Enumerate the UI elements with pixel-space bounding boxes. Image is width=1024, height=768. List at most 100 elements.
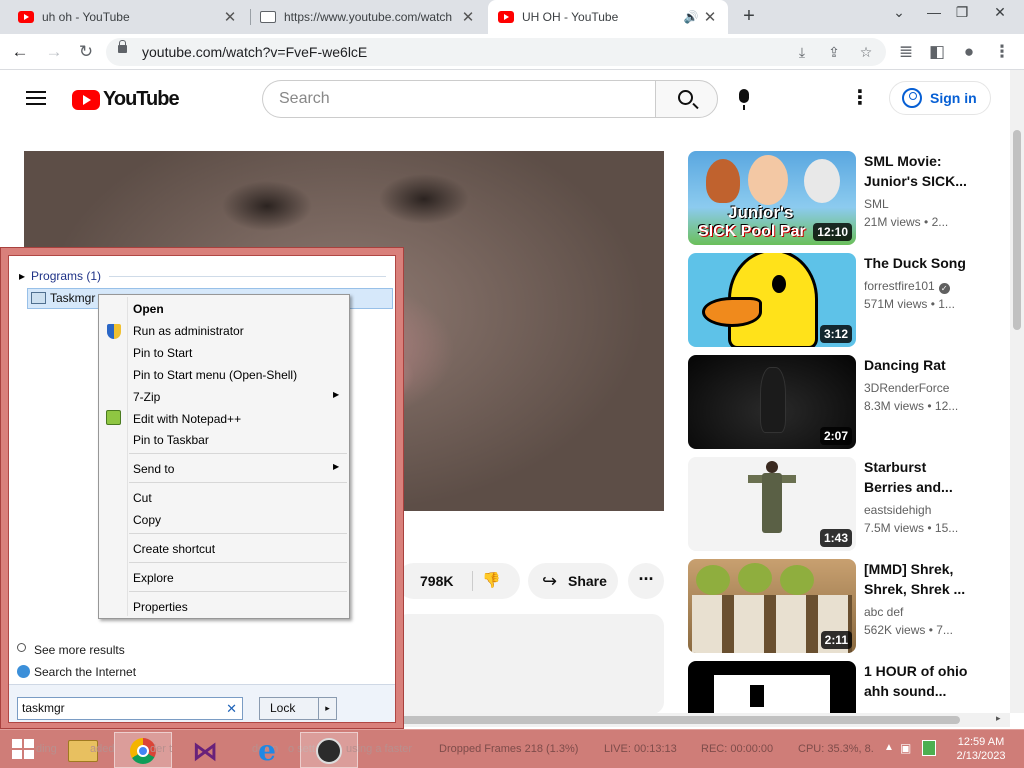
volume-icon[interactable] (922, 740, 936, 756)
audio-icon[interactable]: 🔊 (680, 10, 702, 24)
tab-search-icon[interactable]: ⌄ (887, 4, 911, 28)
sign-in-button[interactable]: Sign in (889, 81, 991, 115)
channel-name[interactable]: eastsidehigh (864, 503, 931, 517)
vertical-scrollbar[interactable] (1010, 70, 1024, 713)
menu-item-cut[interactable]: Cut (133, 491, 152, 505)
video-title[interactable]: The Duck Song (864, 253, 976, 273)
channel-name[interactable]: forrestfire101 ✓ (864, 279, 950, 294)
related-video[interactable]: Junior's SICK Pool Par 12:10 SML Movie: … (688, 151, 988, 245)
tray-expand-icon[interactable]: ▲ (884, 742, 894, 753)
settings-menu-icon[interactable]: ⋮ (850, 88, 870, 108)
like-count[interactable]: 798K (420, 573, 453, 589)
start-button[interactable] (12, 739, 34, 759)
reload-icon[interactable]: ↻ (74, 40, 98, 64)
tab-uh-oh-active[interactable]: UH OH - YouTube 🔊 ✕ (488, 0, 728, 34)
chrome-menu-icon[interactable]: ⋮ (990, 40, 1014, 64)
forward-arrow-icon[interactable]: → (42, 40, 66, 64)
media-controls-icon[interactable]: ≣ (894, 40, 918, 64)
duration-badge: 2:07 (819, 427, 852, 445)
see-more-results-link[interactable]: See more results (17, 643, 125, 657)
taskbar-visual-studio[interactable]: ⋈ (176, 732, 234, 768)
programs-group-header[interactable]: Programs (1) (19, 269, 101, 283)
back-arrow-icon[interactable]: ← (8, 40, 32, 64)
close-icon[interactable]: ✕ (222, 8, 238, 26)
new-tab-button[interactable]: + (738, 5, 760, 29)
view-meta: 571M views • 1... (864, 297, 955, 311)
close-icon[interactable]: ✕ (460, 8, 476, 26)
minimize-icon[interactable]: — (922, 4, 946, 28)
tab-youtube-url[interactable]: https://www.youtube.com/watch ✕ (250, 0, 486, 34)
tab-uh-oh[interactable]: uh oh - YouTube ✕ (8, 0, 248, 34)
related-video[interactable]: 3:12 The Duck Song forrestfire101 ✓ 571M … (688, 253, 988, 347)
share-page-icon[interactable]: ⇪ (824, 42, 844, 62)
thumb-text: Junior's (728, 203, 794, 222)
video-thumbnail[interactable]: 2:07 (688, 355, 856, 449)
scroll-thumb[interactable] (1013, 130, 1021, 330)
video-title[interactable]: Starburst Berries and... (864, 457, 976, 497)
menu-item-7zip[interactable]: 7-Zip ▶ (133, 390, 345, 404)
profile-avatar-icon[interactable]: ● (957, 40, 981, 64)
clear-search-icon[interactable]: ✕ (226, 698, 237, 719)
menu-item-edit-notepad[interactable]: Edit with Notepad++ (133, 412, 241, 426)
like-dislike-group: 798K 👎 (396, 563, 520, 599)
menu-item-send-to[interactable]: Send to ▶ (133, 462, 345, 476)
video-title[interactable]: SML Movie: Junior's SICK... (864, 151, 976, 191)
scroll-thumb[interactable] (400, 716, 960, 724)
video-thumbnail[interactable]: Junior's SICK Pool Par 12:10 (688, 151, 856, 245)
search-value: taskmgr (22, 701, 65, 715)
description-box[interactable] (396, 614, 664, 714)
youtube-logo[interactable]: YouTube (72, 88, 180, 111)
related-video[interactable]: 1 HOUR of ohio ahh sound... (688, 661, 988, 713)
channel-name[interactable]: SML (864, 197, 889, 211)
chevron-right-icon[interactable]: ▸ (318, 698, 336, 719)
related-video[interactable]: 2:11 [MMD] Shrek, Shrek, Shrek ... abc d… (688, 559, 988, 653)
search-input[interactable]: Search (262, 80, 655, 118)
menu-item-run-as-admin[interactable]: Run as administrator (133, 324, 244, 338)
video-title[interactable]: [MMD] Shrek, Shrek, Shrek ... (864, 559, 976, 599)
duck-beak (702, 297, 762, 327)
start-search-input[interactable]: taskmgr ✕ (17, 697, 243, 720)
lock-button[interactable]: Lock ▸ (259, 697, 337, 720)
menu-item-pin-to-start[interactable]: Pin to Start (133, 346, 192, 360)
like-separator (472, 571, 473, 591)
side-panel-icon[interactable]: ◧ (925, 40, 949, 64)
network-icon[interactable]: ▣ (900, 741, 911, 755)
windows-logo-pane (12, 739, 22, 748)
menu-item-properties[interactable]: Properties (133, 600, 188, 614)
install-icon[interactable]: ⤓ (792, 42, 812, 62)
related-video[interactable]: 2:07 Dancing Rat 3DRenderForce 8.3M view… (688, 355, 988, 449)
address-bar[interactable]: youtube.com/watch?v=FveF-we6lcE ⤓ ⇪ ☆ (106, 38, 886, 66)
obs-rec-time: REC: 00:00:00 (701, 743, 774, 755)
video-thumbnail[interactable]: 2:11 (688, 559, 856, 653)
close-window-icon[interactable]: ✕ (988, 4, 1012, 28)
share-button[interactable]: ↪ Share (528, 563, 618, 599)
bookmark-star-icon[interactable]: ☆ (856, 42, 876, 62)
windows-logo-pane (12, 750, 22, 759)
video-title[interactable]: 1 HOUR of ohio ahh sound... (864, 661, 976, 701)
menu-item-pin-taskbar[interactable]: Pin to Taskbar (133, 433, 209, 447)
video-thumbnail[interactable]: 3:12 (688, 253, 856, 347)
close-icon[interactable]: ✕ (702, 8, 718, 26)
channel-name[interactable]: abc def (864, 605, 903, 619)
related-video[interactable]: 1:43 Starburst Berries and... eastsidehi… (688, 457, 988, 551)
microphone-icon[interactable] (739, 89, 749, 110)
restore-icon[interactable]: ❐ (950, 4, 974, 28)
video-title[interactable]: Dancing Rat (864, 355, 976, 375)
channel-name[interactable]: 3DRenderForce (864, 381, 949, 395)
menu-item-explore[interactable]: Explore (133, 571, 174, 585)
menu-item-pin-start-openshell[interactable]: Pin to Start menu (Open-Shell) (133, 368, 297, 382)
more-actions-button[interactable]: ··· (628, 563, 664, 599)
search-internet-link[interactable]: Search the Internet (17, 665, 136, 679)
system-clock[interactable]: 12:59 AM 2/13/2023 (946, 735, 1016, 763)
menu-item-open[interactable]: Open (133, 302, 164, 316)
hamburger-menu-icon[interactable] (26, 91, 46, 105)
page-favicon-icon (260, 11, 276, 23)
video-thumbnail[interactable] (688, 661, 856, 713)
obs-ghost-text: der t (150, 743, 173, 755)
menu-item-copy[interactable]: Copy (133, 513, 161, 527)
menu-item-create-shortcut[interactable]: Create shortcut (133, 542, 215, 556)
search-button[interactable] (655, 80, 718, 118)
scroll-right-icon[interactable]: ▸ (996, 713, 1001, 724)
dislike-icon[interactable]: 👎 (482, 571, 501, 589)
video-thumbnail[interactable]: 1:43 (688, 457, 856, 551)
